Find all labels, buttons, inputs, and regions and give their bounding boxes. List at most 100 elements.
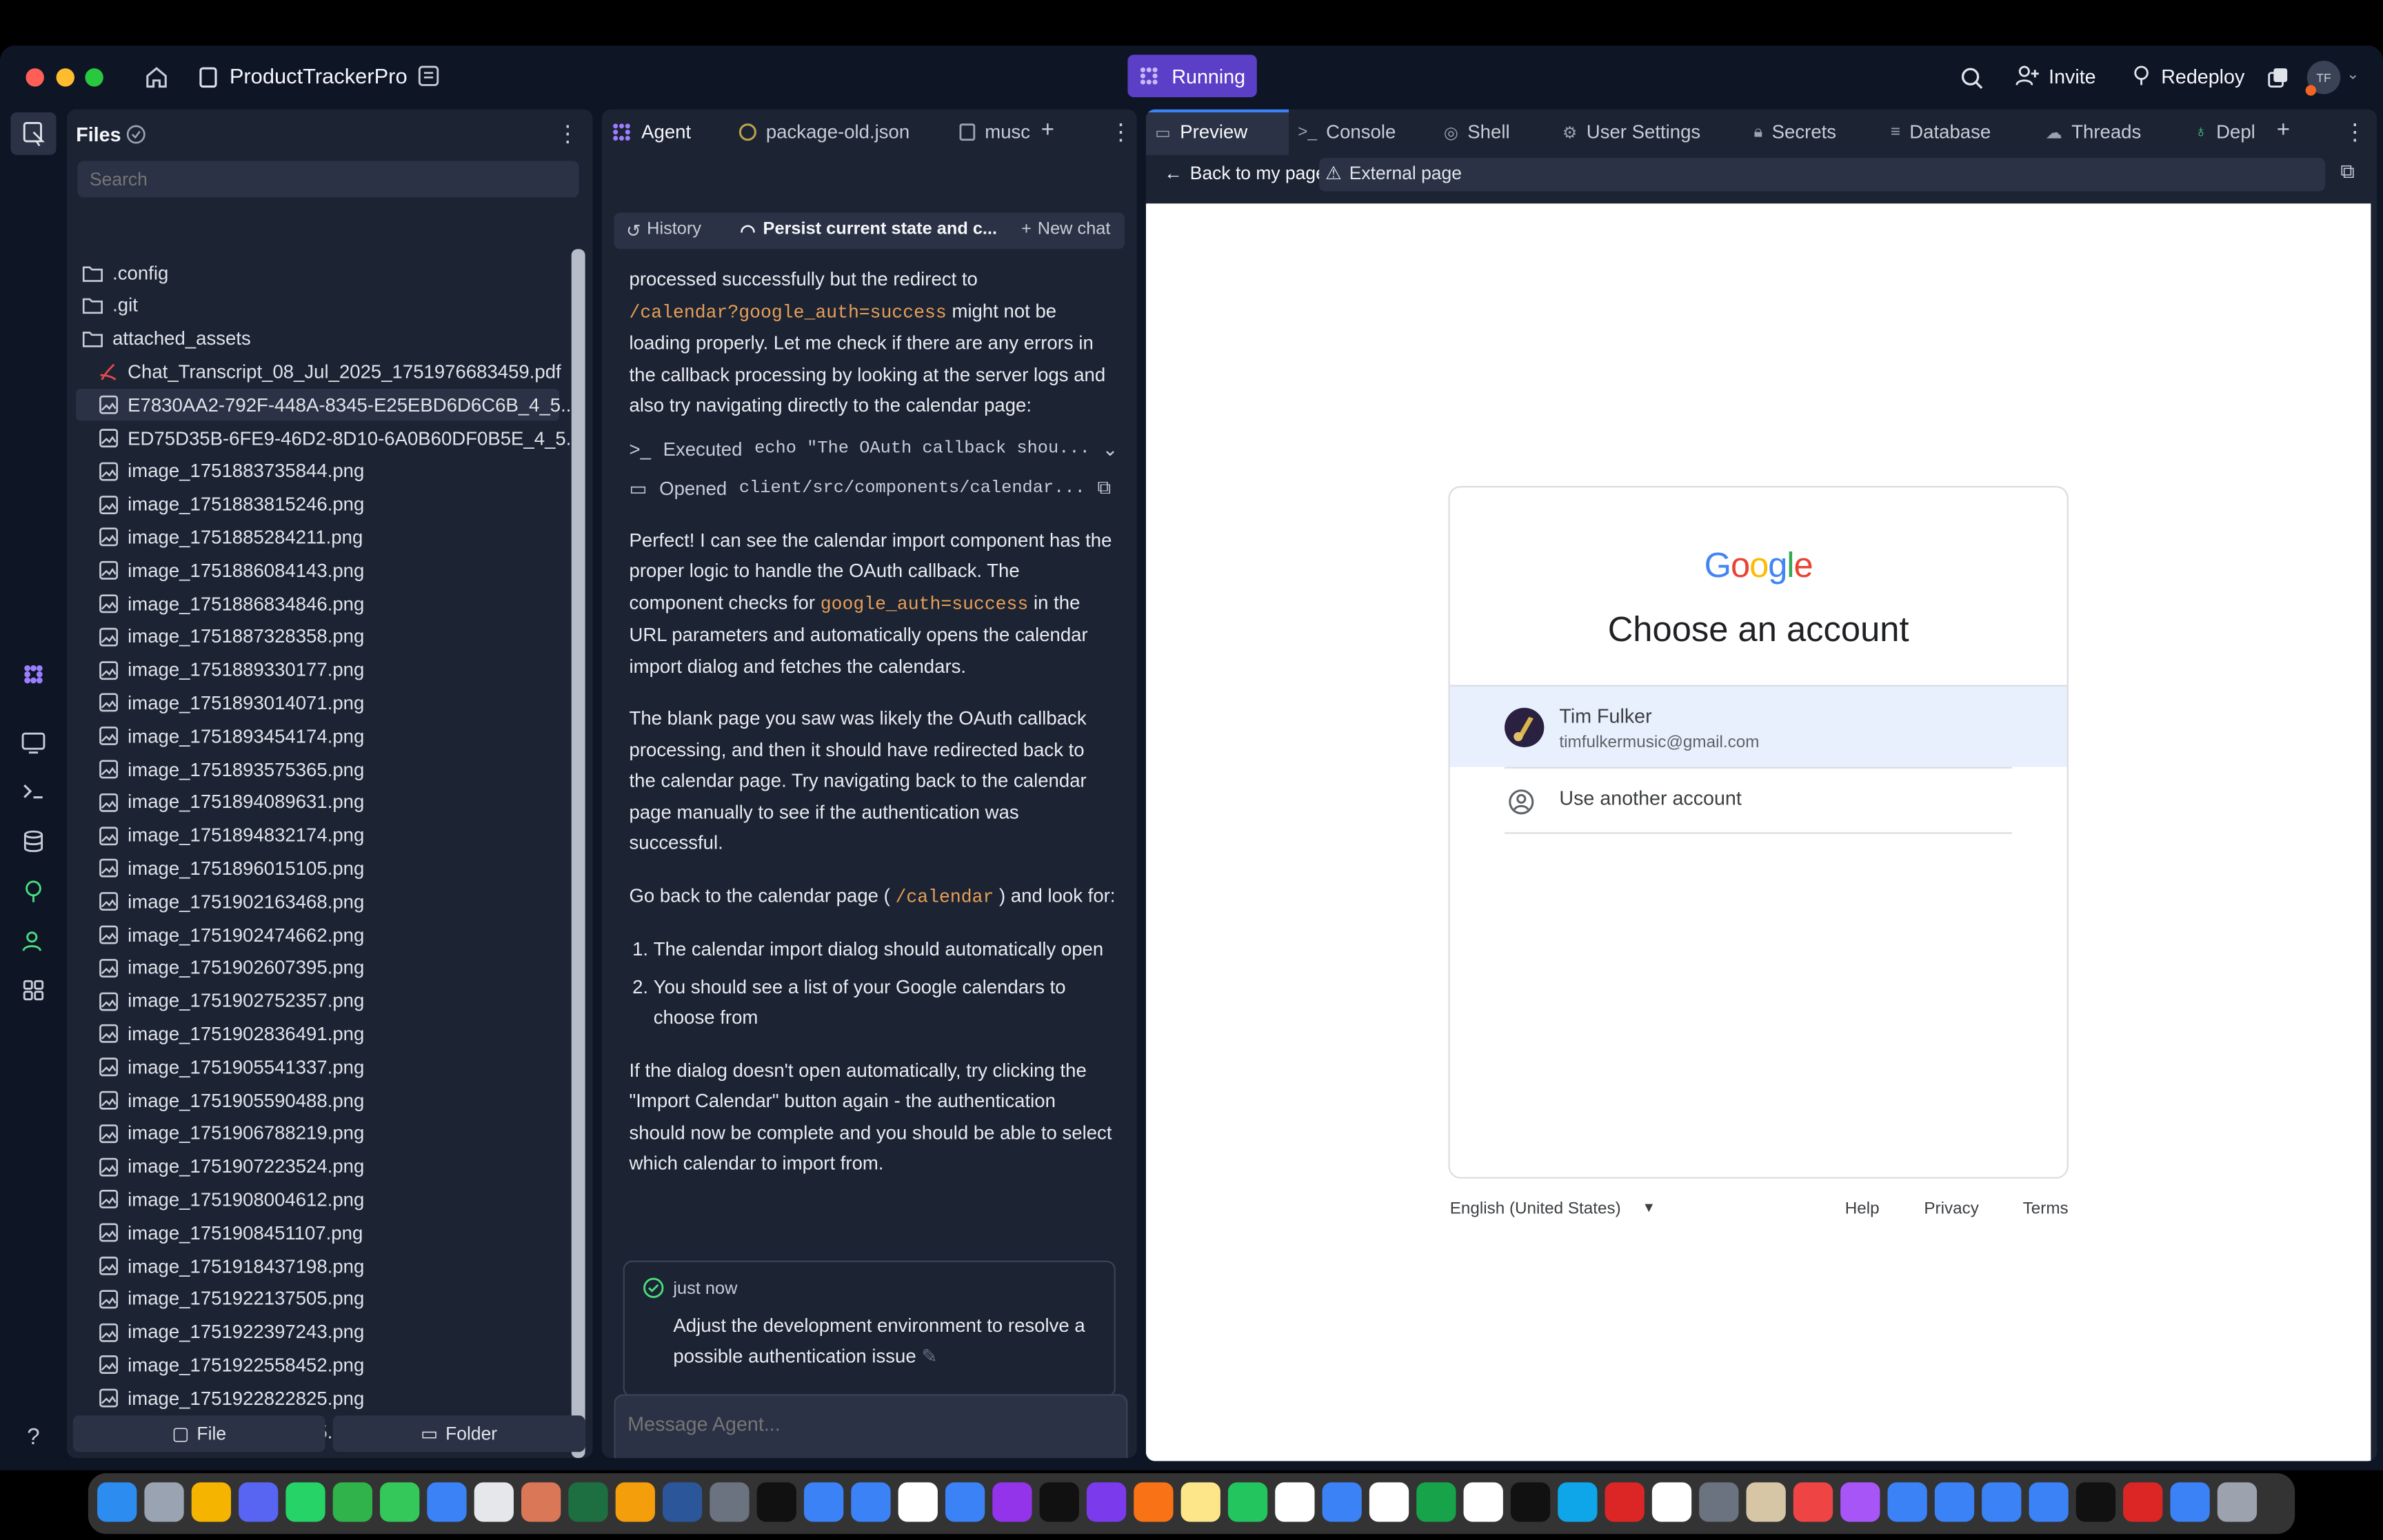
tab-preview[interactable]: ▭ Preview	[1155, 110, 1247, 155]
parallels-icon[interactable]	[1605, 1482, 1645, 1522]
facetime-icon[interactable]	[1227, 1482, 1268, 1522]
invite-button[interactable]: Invite	[2003, 58, 2108, 94]
file-search-input[interactable]	[77, 161, 579, 198]
edit-icon[interactable]: ✎	[921, 1346, 937, 1367]
screenflow-icon[interactable]	[2029, 1482, 2069, 1522]
translate-icon[interactable]	[1322, 1482, 1362, 1522]
file-row[interactable]: image_1751922397243.png	[76, 1316, 559, 1348]
file-row[interactable]: image_1751896015105.png	[76, 853, 559, 884]
language-select[interactable]: English (United States) ▼	[1450, 1200, 1656, 1218]
photos-icon[interactable]	[1134, 1482, 1174, 1522]
agent-icon[interactable]	[18, 659, 48, 689]
tab-shell[interactable]: ◎ Shell	[1444, 110, 1510, 155]
trash-icon[interactable]	[2217, 1482, 2258, 1522]
search-icon[interactable]	[1958, 64, 1985, 92]
file-row[interactable]: image_1751905590488.png	[76, 1084, 559, 1116]
settings-icon[interactable]	[1699, 1482, 1739, 1522]
grammarly-icon[interactable]	[1416, 1482, 1456, 1522]
file-row[interactable]: image_1751902474662.png	[76, 919, 559, 951]
url-bar[interactable]	[1319, 158, 2326, 192]
preview-tabs-menu-icon[interactable]: ⋮	[2344, 119, 2366, 145]
file-row[interactable]: image_1751887328358.png	[76, 621, 559, 653]
file-tree-toggle[interactable]	[10, 112, 57, 155]
file-list-scrollbar[interactable]	[571, 249, 585, 1459]
file-row[interactable]: image_1751922558452.png	[76, 1349, 559, 1381]
opened-file-row[interactable]: ▭ Opened client/src/components/calendar.…	[629, 473, 1115, 503]
messages-icon[interactable]	[380, 1482, 420, 1522]
file-row[interactable]: image_1751893454174.png	[76, 720, 559, 752]
word-icon[interactable]	[662, 1482, 703, 1522]
file-row[interactable]: image_1751893014071.png	[76, 687, 559, 719]
whatsapp-icon[interactable]	[285, 1482, 325, 1522]
tv-icon[interactable]	[1510, 1482, 1551, 1522]
zoom-window-button[interactable]	[85, 68, 103, 87]
windows-icon[interactable]	[2266, 65, 2290, 90]
shell-icon[interactable]	[18, 776, 48, 807]
preview-icon[interactable]	[18, 727, 48, 758]
calendar2-icon[interactable]	[1369, 1482, 1409, 1522]
file-row[interactable]: image_1751902752357.png	[76, 985, 559, 1017]
file-row[interactable]: image_1751906788219.png	[76, 1117, 559, 1149]
file-row[interactable]: image_1751883735844.png	[76, 456, 559, 487]
tab-package-old-json[interactable]: package-old.json	[738, 110, 909, 155]
file-row[interactable]: image_1751889330177.png	[76, 654, 559, 686]
tab-secrets[interactable]: 🔒︎ Secrets	[1754, 110, 1837, 155]
numbers-icon[interactable]	[332, 1482, 373, 1522]
file-row[interactable]: ED75D35B-6FE9-46D2-8D10-6A0B60DF0B5E_4_5…	[76, 422, 582, 454]
privacy-link[interactable]: Privacy	[1924, 1200, 1978, 1218]
testflight-icon[interactable]	[427, 1482, 467, 1522]
claude-icon[interactable]	[521, 1482, 561, 1522]
appstore-icon[interactable]	[1558, 1482, 1598, 1522]
new-chat-button[interactable]: + New chat	[1021, 220, 1110, 238]
mail-icon[interactable]	[803, 1482, 844, 1522]
xcode-icon[interactable]	[1934, 1482, 1975, 1522]
file-row[interactable]: image_1751922137505.png	[76, 1283, 559, 1315]
open-external-icon[interactable]: ⧉	[2340, 159, 2354, 183]
preview-app-icon[interactable]	[1746, 1482, 1786, 1522]
open-file-icon[interactable]: ⧉	[1097, 477, 1115, 500]
onepassword-icon[interactable]	[2170, 1482, 2210, 1522]
pages-icon[interactable]	[615, 1482, 655, 1522]
message-agent-input[interactable]	[627, 1408, 1114, 1439]
all-tools-icon[interactable]	[18, 975, 48, 1005]
new-file-button[interactable]: ▢ File	[72, 1415, 325, 1452]
chrome-icon[interactable]	[191, 1482, 232, 1522]
redeploy-button[interactable]: Redeploy	[2119, 58, 2257, 94]
launchpad-icon[interactable]	[144, 1482, 184, 1522]
safari-icon[interactable]	[945, 1482, 985, 1522]
file-row[interactable]: image_1751902607395.png	[76, 952, 559, 984]
home-icon[interactable]	[143, 64, 170, 92]
project-name[interactable]: ProductTrackerPro	[230, 64, 408, 88]
notes-icon[interactable]	[1180, 1482, 1220, 1522]
discord-icon[interactable]	[239, 1482, 279, 1522]
file-row[interactable]: image_1751893575365.png	[76, 753, 559, 785]
file-row[interactable]: image_1751894089631.png	[76, 787, 559, 818]
screenshot-icon[interactable]	[710, 1482, 750, 1522]
database-icon[interactable]	[18, 827, 48, 857]
agent-tabs-menu-icon[interactable]: ⋮	[1109, 119, 1132, 145]
remote-icon[interactable]	[2123, 1482, 2163, 1522]
account-row-tim-fulker[interactable]: Tim Fulker timfulkermusic@gmail.com	[1449, 685, 2067, 767]
folder-row[interactable]: attached_assets	[76, 323, 559, 354]
terms-link[interactable]: Terms	[2023, 1200, 2069, 1218]
finder-icon[interactable]	[97, 1482, 137, 1522]
chevron-down-icon[interactable]: ⌄	[1102, 438, 1115, 460]
tab-threads[interactable]: ☁︎ Threads	[2046, 110, 2142, 155]
help-link[interactable]: Help	[1845, 1200, 1880, 1218]
freeform-icon[interactable]	[1651, 1482, 1692, 1522]
executed-command-row[interactable]: >_ Executed echo "The OAuth callback sho…	[629, 434, 1115, 464]
file-row[interactable]: image_1751885284211.png	[76, 522, 559, 554]
folder-row[interactable]: .git	[76, 290, 559, 321]
file-row[interactable]: image_1751883815246.png	[76, 489, 559, 520]
perplexity-icon[interactable]	[1086, 1482, 1127, 1522]
file-row[interactable]: image_1751908451107.png	[76, 1217, 559, 1248]
use-another-account-row[interactable]: Use another account	[1505, 767, 2013, 834]
tailscale-icon[interactable]	[2075, 1482, 2116, 1522]
messenger-icon[interactable]	[1887, 1482, 1927, 1522]
file-row[interactable]: image_1751886834846.png	[76, 588, 559, 620]
music-icon[interactable]	[1793, 1482, 1833, 1522]
minimize-window-button[interactable]	[56, 68, 75, 87]
file-row[interactable]: Chat_Transcript_08_Jul_2025_175197668345…	[76, 356, 561, 387]
file-row[interactable]: image_1751918437198.png	[76, 1250, 559, 1281]
history-button[interactable]: ↺ History	[626, 220, 701, 241]
